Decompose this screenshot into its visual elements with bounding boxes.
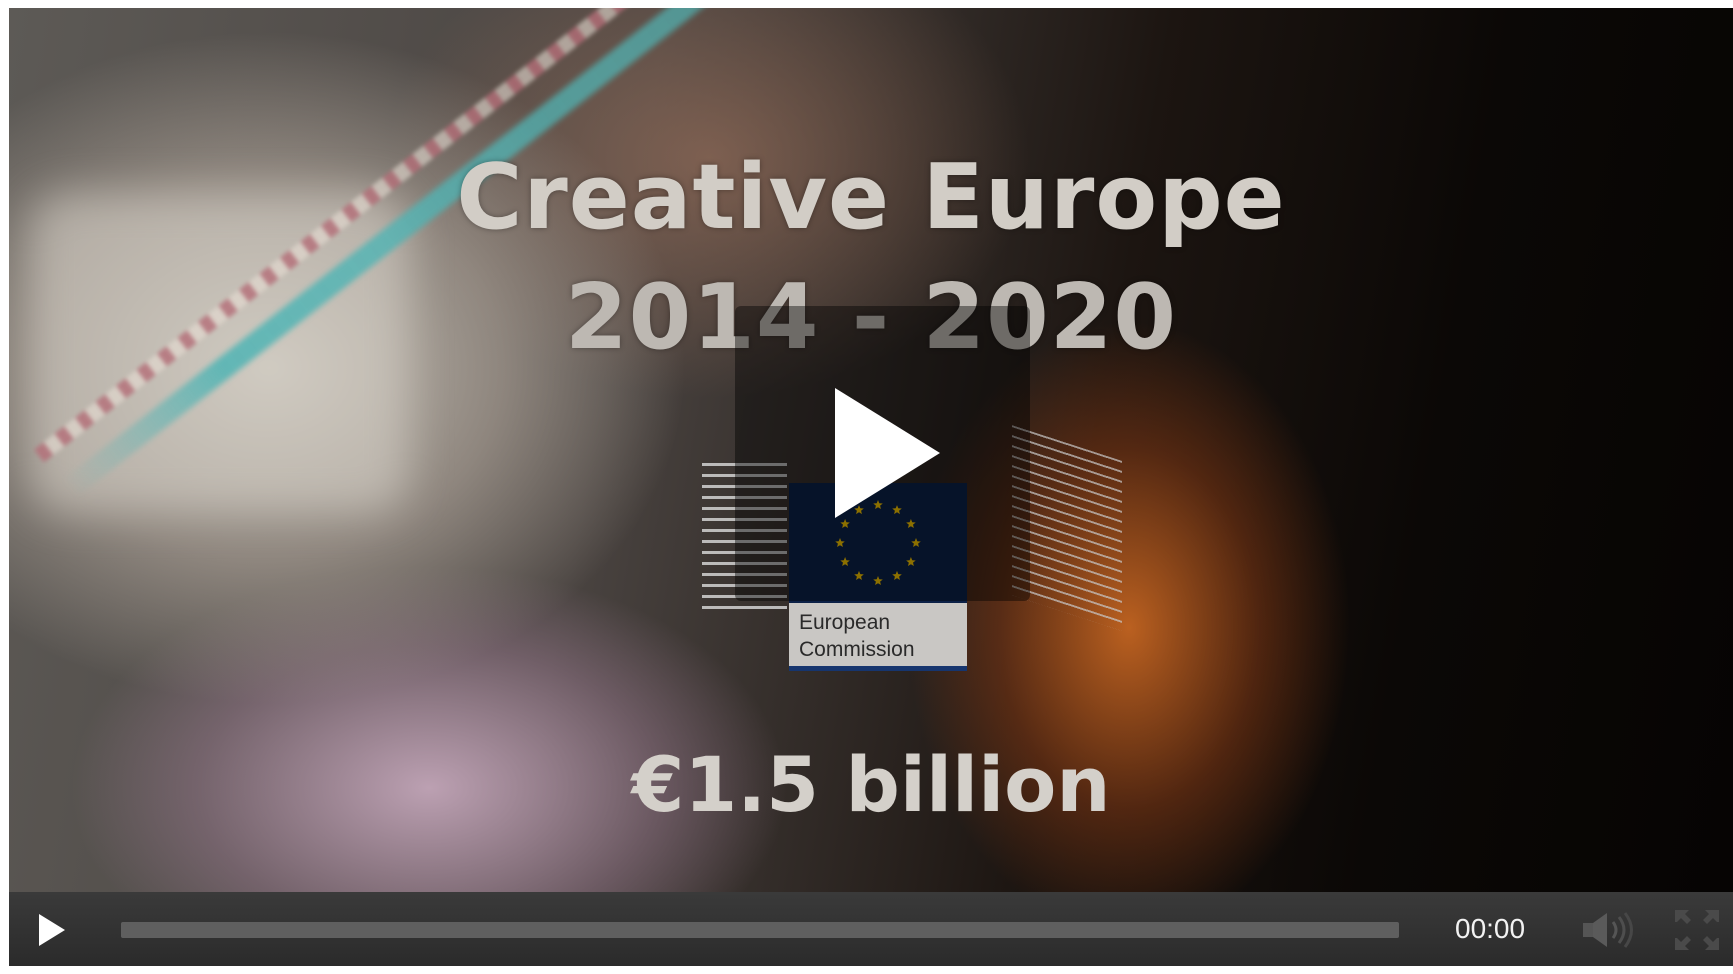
time-display: 00:00: [1455, 913, 1526, 944]
fullscreen-button[interactable]: [1673, 908, 1721, 952]
logo-label-line-1: European: [799, 611, 891, 634]
play-icon: [835, 388, 940, 518]
video-title-line-1: Creative Europe: [456, 145, 1286, 250]
logo-label-line-2: Commission: [799, 638, 915, 661]
logo-label: European Commission: [789, 603, 967, 671]
play-icon: [39, 914, 65, 946]
big-play-button[interactable]: [735, 306, 1030, 601]
progress-bar[interactable]: [121, 922, 1399, 938]
fullscreen-icon: [1675, 910, 1719, 950]
volume-icon: [1583, 912, 1633, 948]
video-player[interactable]: Creative Europe 2014 - 2020 European Com…: [9, 8, 1733, 966]
video-frame[interactable]: Creative Europe 2014 - 2020 European Com…: [9, 8, 1733, 892]
budget-amount: €1.5 billion: [631, 740, 1111, 829]
volume-button[interactable]: [1581, 910, 1641, 950]
control-bar: 00:00: [9, 892, 1733, 966]
play-button[interactable]: [31, 910, 71, 950]
